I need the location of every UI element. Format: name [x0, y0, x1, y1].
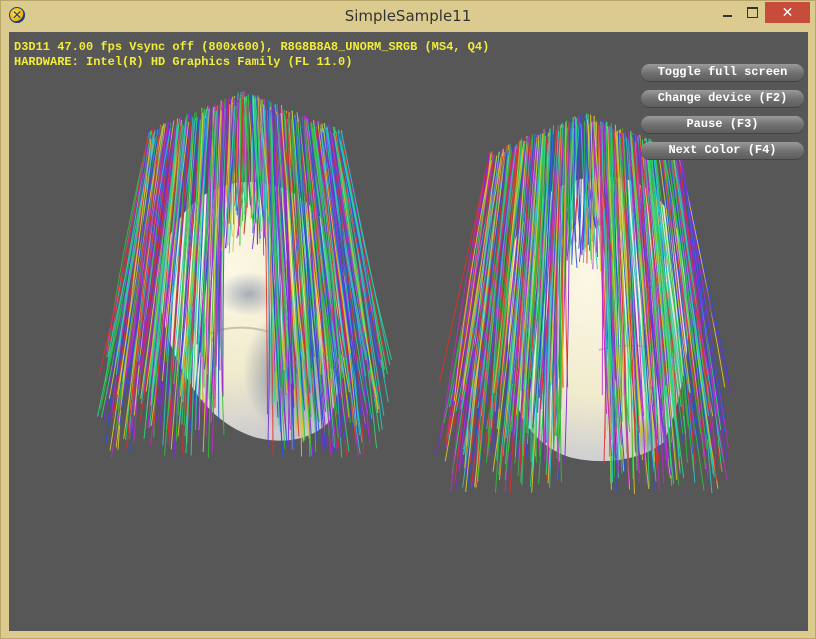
title-bar[interactable]: SimpleSample11 ✕ [1, 1, 815, 32]
hud-stats: D3D11 47.00 fps Vsync off (800x600), R8G… [14, 40, 489, 70]
render-viewport[interactable]: D3D11 47.00 fps Vsync off (800x600), R8G… [9, 32, 808, 631]
close-button[interactable]: ✕ [765, 2, 810, 23]
application-window: SimpleSample11 ✕ [0, 0, 816, 639]
minimize-icon [722, 14, 732, 17]
maximize-icon [746, 7, 758, 18]
hud-hardware-line: HARDWARE: Intel(R) HD Graphics Family (F… [14, 55, 353, 69]
minimize-button[interactable] [715, 2, 739, 23]
change-device-button[interactable]: Change device (F2) [641, 90, 804, 107]
hud-fps-line: D3D11 47.00 fps Vsync off (800x600), R8G… [14, 40, 490, 54]
toggle-full-screen-button[interactable]: Toggle full screen [641, 64, 804, 81]
next-color-button[interactable]: Next Color (F4) [641, 142, 804, 159]
close-icon: ✕ [781, 4, 794, 21]
window-title: SimpleSample11 [344, 7, 472, 25]
pause-button[interactable]: Pause (F3) [641, 116, 804, 133]
maximize-button[interactable] [740, 2, 764, 23]
